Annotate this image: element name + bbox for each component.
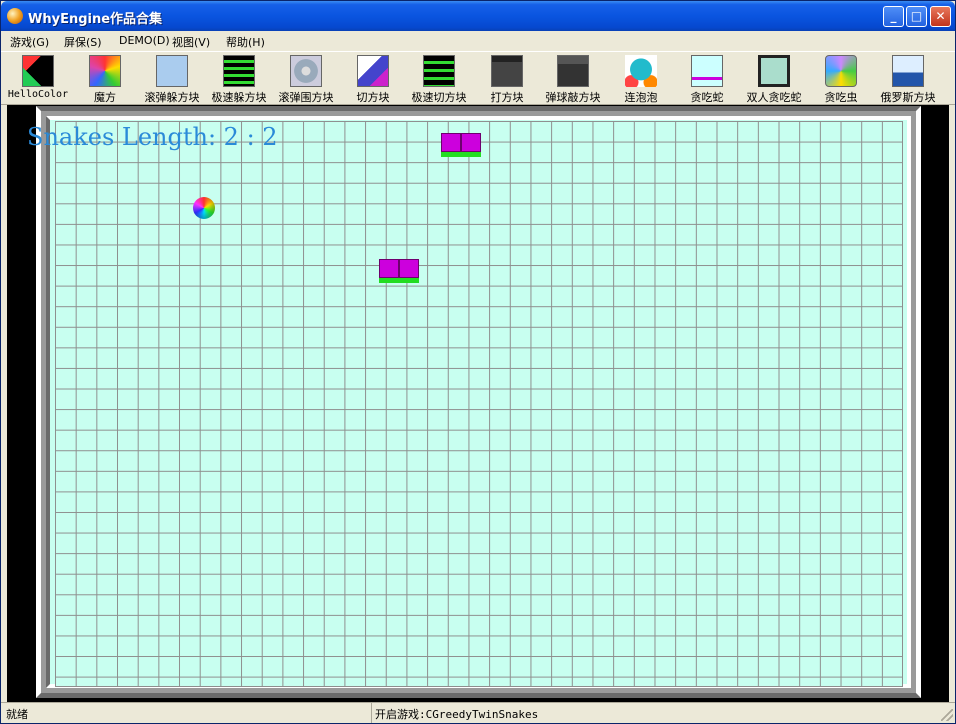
menu-bar: 游戏(G) 屏保(S) DEMO(D) 视图(V) 帮助(H) (1, 31, 955, 51)
menu-game[interactable]: 游戏(G) (10, 34, 49, 50)
bubble-icon (625, 55, 657, 87)
tetris-icon (892, 55, 924, 87)
snake-b-segment (399, 259, 419, 283)
status-game: 开启游戏:CGreedyTwinSnakes (371, 703, 953, 723)
tool-label: 切方块 (356, 91, 390, 104)
tool-tetris[interactable]: 俄罗斯方块 (877, 55, 939, 105)
tool-worm[interactable]: 贪吃虫 (821, 55, 861, 105)
tool-dodge[interactable]: 滚弹躲方块 (141, 55, 203, 105)
game-viewport: Snakes Length: 2 : 2 (7, 105, 949, 702)
tool-label: 弹球敲方块 (545, 91, 601, 104)
score-text: Snakes Length: 2 : 2 (27, 123, 278, 151)
tool-surround[interactable]: 滚弹围方块 (275, 55, 337, 105)
tool-label: 贪吃虫 (824, 91, 858, 104)
fast-cut-icon (423, 55, 455, 87)
tool-label: 双人贪吃蛇 (746, 91, 802, 104)
game-board[interactable] (55, 121, 903, 687)
tool-label: 滚弹躲方块 (144, 91, 200, 104)
tool-label: 打方块 (490, 91, 524, 104)
minimize-button[interactable]: _ (883, 6, 904, 27)
window-title: WhyEngine作品合集 (28, 12, 163, 27)
hellocolor-icon (22, 55, 54, 87)
tool-snake[interactable]: 贪吃蛇 (687, 55, 727, 105)
tool-label: 极速躲方块 (211, 91, 267, 104)
tool-label: HelloColor (7, 89, 69, 100)
pinball-icon (557, 55, 589, 87)
status-bar: 就绪 开启游戏:CGreedyTwinSnakes (1, 702, 955, 723)
close-icon: ✕ (935, 9, 946, 23)
toolbar: HelloColor 魔方 滚弹躲方块 极速躲方块 滚弹围方块 切方块 极速切方… (1, 51, 955, 105)
fast-dodge-icon (223, 55, 255, 87)
snake-icon (691, 55, 723, 87)
minimize-icon: _ (890, 9, 897, 23)
cube-icon (89, 55, 121, 87)
close-button[interactable]: ✕ (930, 6, 951, 27)
resize-grip-icon[interactable] (941, 709, 953, 721)
breakout-icon (491, 55, 523, 87)
tool-pinball[interactable]: 弹球敲方块 (542, 55, 604, 105)
worm-icon (825, 55, 857, 87)
dodge-icon (156, 55, 188, 87)
tool-label: 滚弹围方块 (278, 91, 334, 104)
title-bar[interactable]: WhyEngine作品合集 _ □ ✕ (1, 1, 955, 31)
tool-twin-snake[interactable]: 双人贪吃蛇 (743, 55, 805, 105)
menu-screensaver[interactable]: 屏保(S) (64, 34, 102, 50)
maximize-button[interactable]: □ (906, 6, 927, 27)
tool-fast-dodge[interactable]: 极速躲方块 (208, 55, 270, 105)
tool-breakout[interactable]: 打方块 (487, 55, 527, 105)
tool-label: 魔方 (94, 91, 116, 104)
app-window: WhyEngine作品合集 _ □ ✕ 游戏(G) 屏保(S) DEMO(D) … (0, 0, 956, 724)
tool-cut[interactable]: 切方块 (353, 55, 393, 105)
surround-icon (290, 55, 322, 87)
tool-label: 连泡泡 (624, 91, 658, 104)
food-orb (193, 197, 215, 219)
snake-a-segment (461, 133, 481, 157)
app-icon (7, 8, 23, 24)
menu-view[interactable]: 视图(V) (172, 34, 210, 50)
tool-label: 贪吃蛇 (690, 91, 724, 104)
tool-hellocolor[interactable]: HelloColor (6, 55, 70, 105)
cut-icon (357, 55, 389, 87)
tool-label: 俄罗斯方块 (880, 91, 936, 104)
tool-bubble[interactable]: 连泡泡 (621, 55, 661, 105)
tool-fast-cut[interactable]: 极速切方块 (408, 55, 470, 105)
status-ready: 就绪 (6, 708, 28, 721)
maximize-icon: □ (910, 9, 923, 23)
snake-a-segment (441, 133, 461, 157)
twin-snake-icon (758, 55, 790, 87)
snake-b-segment (379, 259, 399, 283)
menu-help[interactable]: 帮助(H) (226, 34, 265, 50)
tool-label: 极速切方块 (411, 91, 467, 104)
tool-cube[interactable]: 魔方 (85, 55, 125, 105)
menu-demo[interactable]: DEMO(D) (119, 34, 170, 47)
